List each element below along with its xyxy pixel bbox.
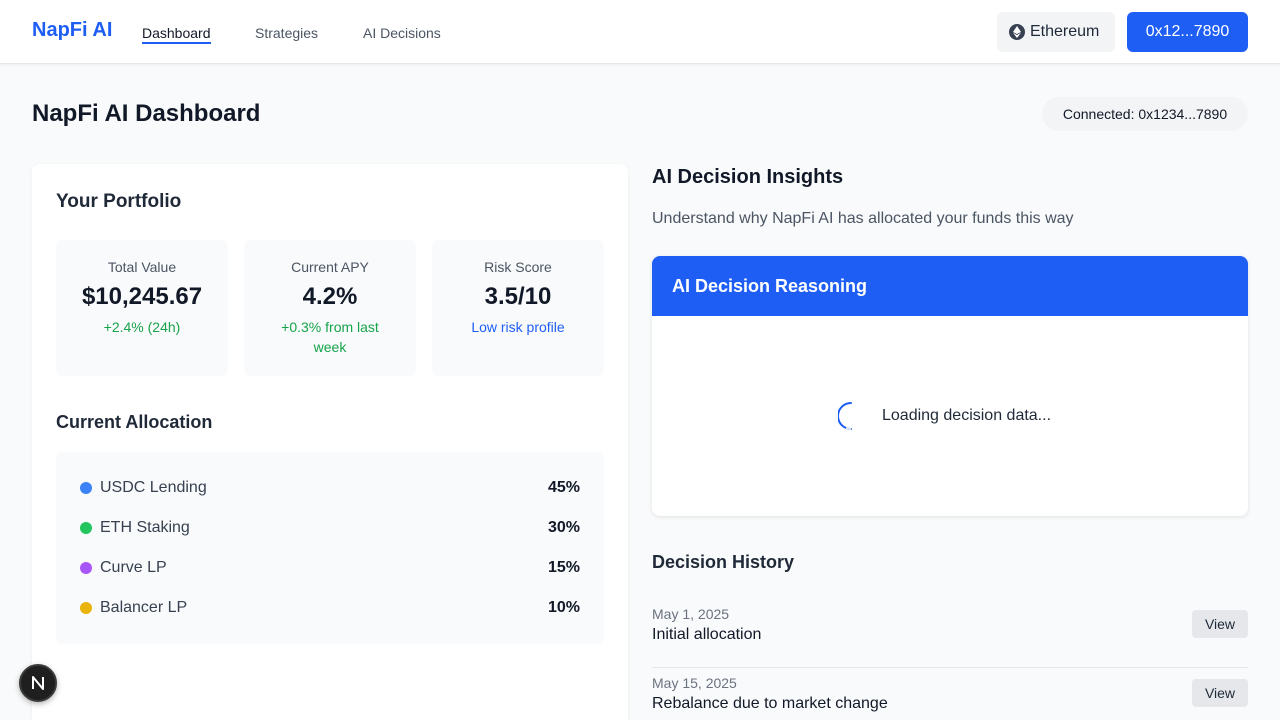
- history-title: Decision History: [652, 552, 795, 572]
- allocation-percent: 30%: [547, 519, 580, 536]
- allocation-percent: 10%: [547, 599, 580, 616]
- allocation-name: ETH Staking: [100, 519, 190, 536]
- allocation-item: Balancer LP 10%: [80, 596, 580, 620]
- stat-value: 3.5/10: [484, 283, 552, 310]
- stat-value: 4.2%: [302, 283, 358, 310]
- history-description: Initial allocation: [652, 626, 762, 643]
- page-title: NapFi AI Dashboard: [32, 100, 261, 127]
- allocation-list: USDC Lending 45% ETH Staking 30% Curve L…: [56, 452, 604, 644]
- top-navbar: NapFi AI Dashboard Strategies AI Decisio…: [0, 0, 1280, 64]
- brand-logo[interactable]: NapFi AI: [32, 19, 112, 42]
- insights-title: AI Decision Insights: [652, 166, 844, 188]
- stat-value: $10,245.67: [81, 283, 203, 310]
- loading-indicator: Loading decision data...: [838, 401, 1051, 431]
- allocation-name: Curve LP: [100, 559, 167, 576]
- wallet-address-button[interactable]: 0x12...7890: [1127, 12, 1248, 52]
- allocation-percent: 15%: [547, 559, 580, 576]
- reasoning-header: AI Decision Reasoning: [652, 256, 1248, 316]
- allocation-item: USDC Lending 45%: [80, 476, 580, 500]
- history-date: May 1, 2025: [652, 606, 730, 622]
- ai-reasoning-card: AI Decision Reasoning Loading decision d…: [652, 256, 1248, 516]
- view-button[interactable]: View: [1192, 610, 1248, 638]
- allocation-item: ETH Staking 30%: [80, 516, 580, 540]
- allocation-name: Balancer LP: [100, 599, 188, 616]
- allocation-dot: [80, 602, 92, 614]
- loading-text: Loading decision data...: [882, 407, 1052, 424]
- insights-subtitle: Understand why NapFi AI has allocated yo…: [652, 210, 1074, 227]
- stat-total-value: Total Value $10,245.67 +2.4% (24h): [56, 240, 228, 376]
- history-item: May 1, 2025 Initial allocation View: [652, 606, 1248, 668]
- stat-label: Risk Score: [484, 259, 552, 275]
- allocation-item: Curve LP 15%: [80, 556, 580, 580]
- nav-strategies[interactable]: Strategies: [255, 25, 318, 41]
- allocation-name: USDC Lending: [100, 479, 207, 496]
- stat-change: +2.4% (24h): [103, 319, 181, 335]
- n-logo-icon: [32, 676, 44, 690]
- floating-action-button[interactable]: [19, 664, 57, 702]
- portfolio-card: Your Portfolio Total Value $10,245.67 +2…: [32, 164, 628, 720]
- ethereum-icon: [1009, 24, 1025, 40]
- stat-current-apy: Current APY 4.2% +0.3% from last week: [244, 240, 416, 376]
- network-label: Ethereum: [1030, 23, 1100, 40]
- nav-ai-decisions[interactable]: AI Decisions: [363, 25, 441, 41]
- allocation-dot: [80, 522, 92, 534]
- nav-dashboard[interactable]: Dashboard: [142, 25, 211, 44]
- allocation-percent: 45%: [547, 479, 580, 496]
- network-selector-button[interactable]: Ethereum: [997, 12, 1115, 52]
- stat-label: Current APY: [291, 259, 369, 275]
- stat-risk-score: Risk Score 3.5/10 Low risk profile: [432, 240, 604, 376]
- spinner-icon: [838, 402, 852, 430]
- history-item: May 15, 2025 Rebalance due to market cha…: [652, 675, 1248, 720]
- portfolio-title: Your Portfolio: [56, 191, 182, 212]
- history-date: May 15, 2025: [652, 675, 737, 691]
- allocation-title: Current Allocation: [56, 412, 213, 432]
- stat-risk-profile: Low risk profile: [471, 319, 565, 335]
- allocation-dot: [80, 482, 92, 494]
- view-button[interactable]: View: [1192, 679, 1248, 707]
- connected-badge: Connected: 0x1234...7890: [1042, 97, 1248, 131]
- stat-label: Total Value: [107, 259, 177, 275]
- allocation-dot: [80, 562, 92, 574]
- history-description: Rebalance due to market change: [652, 695, 888, 712]
- stat-change: +0.3% from last week: [281, 319, 379, 355]
